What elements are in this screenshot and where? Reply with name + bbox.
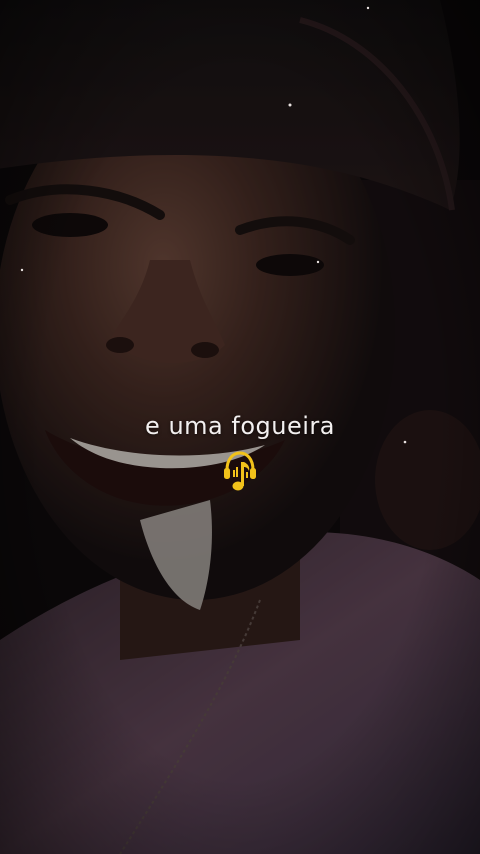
headphones-music-logo-icon bbox=[222, 450, 258, 494]
lyric-caption: e uma fogueira bbox=[145, 412, 335, 440]
video-frame: e uma fogueira bbox=[0, 0, 480, 854]
